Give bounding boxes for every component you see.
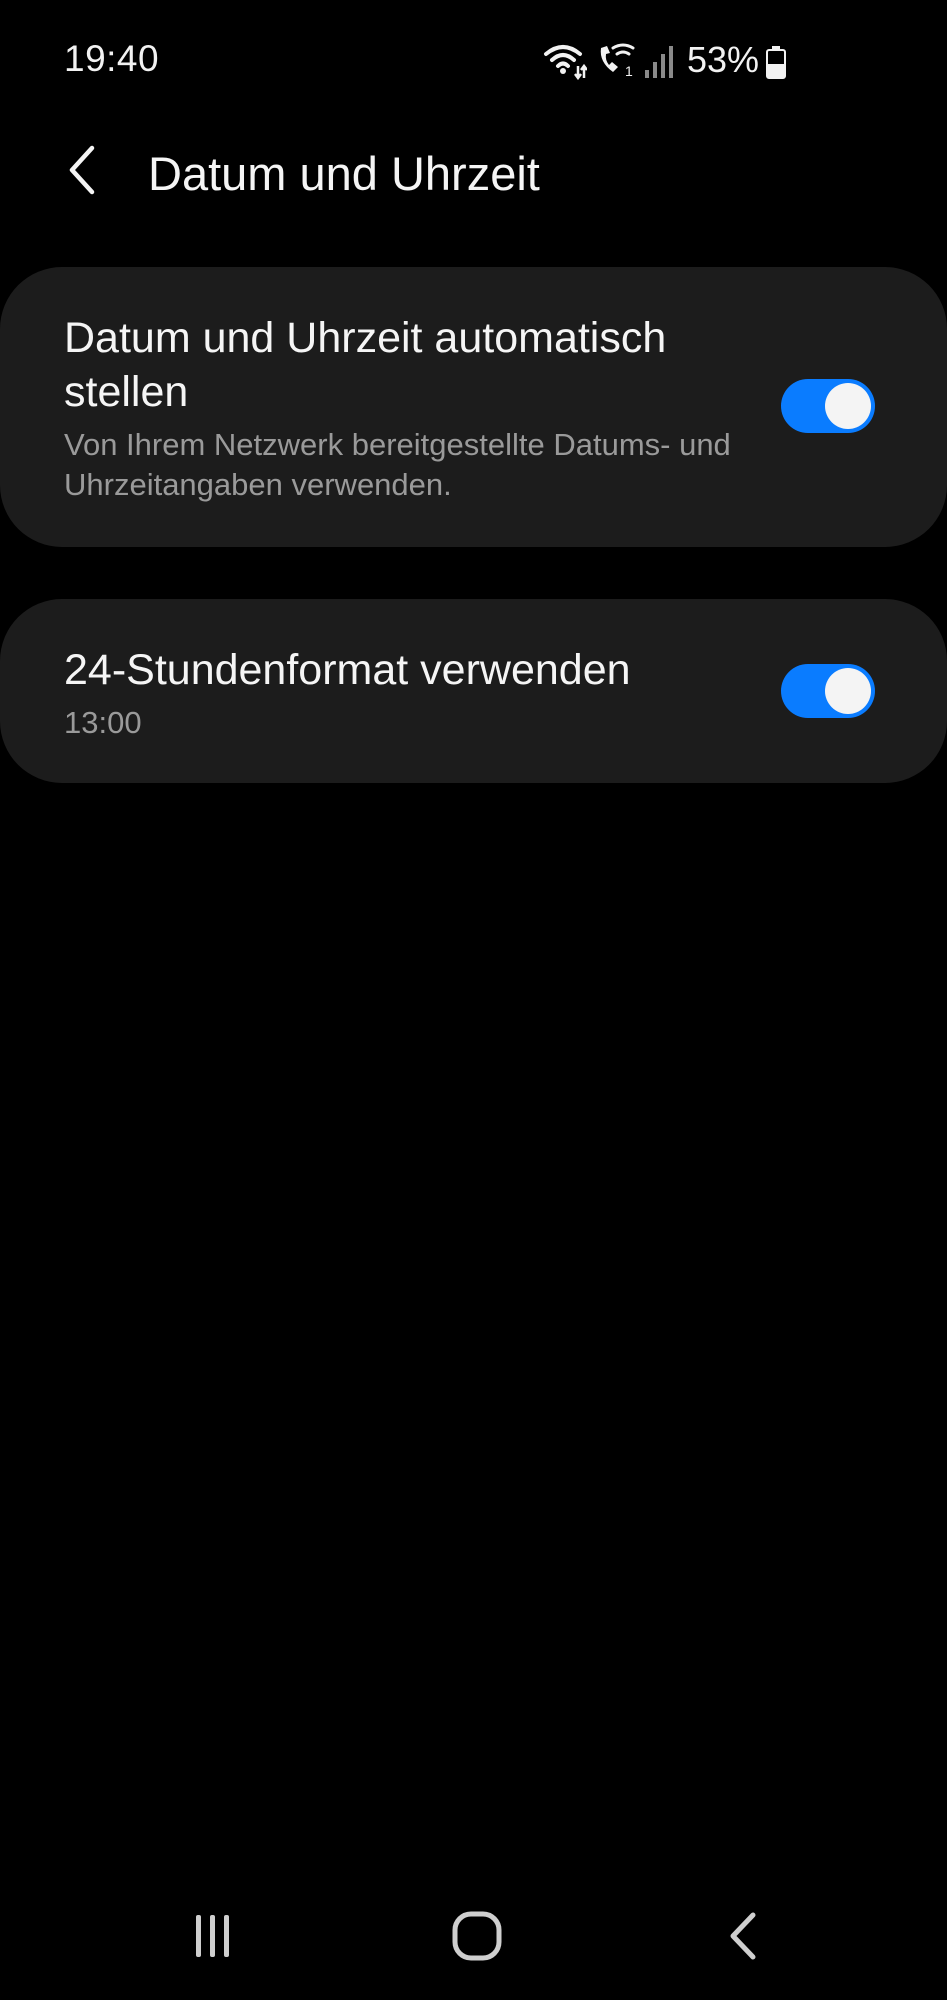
status-time: 19:40 <box>64 38 160 79</box>
auto-datetime-toggle[interactable] <box>781 379 875 433</box>
status-bar: 19:40 1 53% <box>0 0 947 120</box>
wifi-icon <box>543 40 587 80</box>
chevron-left-icon <box>62 142 102 203</box>
svg-text:1: 1 <box>625 63 633 79</box>
recents-button[interactable] <box>163 1888 263 1988</box>
setting-24h-format-title: 24-Stundenformat verwenden <box>64 646 631 694</box>
toggle-knob <box>825 383 871 429</box>
setting-auto-datetime[interactable]: Datum und Uhrzeit automatisch stellen Vo… <box>0 267 947 547</box>
setting-auto-datetime-text: Datum und Uhrzeit automatisch stellen Vo… <box>64 311 744 505</box>
nav-back-button[interactable] <box>693 1888 793 1988</box>
signal-icon <box>643 40 675 80</box>
toggle-knob <box>825 668 871 714</box>
home-button[interactable] <box>427 1888 527 1988</box>
home-icon <box>450 1909 504 1968</box>
24h-format-toggle[interactable] <box>781 664 875 718</box>
back-icon <box>723 1909 763 1968</box>
status-icons: 1 53% <box>543 36 787 84</box>
wifi-calling-icon: 1 <box>593 40 637 80</box>
setting-auto-datetime-subtitle: Von Ihrem Netzwerk bereitgestellte Datum… <box>64 427 731 502</box>
setting-24h-format-subtitle: 13:00 <box>64 705 142 740</box>
recents-icon <box>188 1911 238 1966</box>
battery-percent: 53% <box>686 39 759 80</box>
page-title: Datum und Uhrzeit <box>148 147 540 200</box>
back-button[interactable] <box>50 140 114 204</box>
battery-icon <box>765 40 787 80</box>
setting-24h-format[interactable]: 24-Stundenformat verwenden 13:00 <box>0 599 947 783</box>
app-header: Datum und Uhrzeit <box>0 120 947 230</box>
navigation-bar <box>0 1880 947 2000</box>
setting-auto-datetime-title: Datum und Uhrzeit automatisch stellen <box>64 314 667 416</box>
setting-24h-format-text: 24-Stundenformat verwenden 13:00 <box>64 643 744 743</box>
